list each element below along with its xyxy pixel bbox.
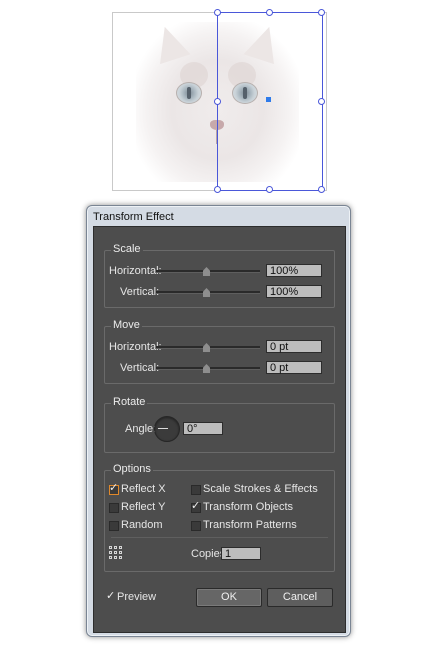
transform-objects-checkmark-icon: ✓: [191, 500, 201, 512]
reflect-y-label[interactable]: Reflect Y: [121, 501, 165, 513]
scale-group: Scale Horizontal: 100% Vertical: 100%: [104, 243, 335, 308]
options-group: Options ✓ Reflect X Reflect Y Random Sca…: [104, 463, 335, 572]
options-legend: Options: [111, 463, 153, 475]
handle-top-right[interactable]: [318, 9, 325, 16]
rotate-angle-label: Angle:: [125, 423, 157, 435]
scale-vertical-thumb[interactable]: [203, 288, 210, 297]
scale-strokes-label[interactable]: Scale Strokes & Effects: [203, 483, 318, 495]
copies-field[interactable]: 1: [221, 547, 261, 560]
random-label[interactable]: Random: [121, 519, 163, 531]
transform-patterns-checkbox[interactable]: [191, 521, 201, 531]
reflect-x-checkmark-icon: ✓: [109, 482, 119, 494]
handle-bottom-left[interactable]: [214, 186, 221, 193]
dialog-body: Scale Horizontal: 100% Vertical: 100% Mo…: [93, 226, 346, 633]
scale-horizontal-label: Horizontal:: [109, 265, 162, 277]
reference-point-grid-icon[interactable]: [109, 546, 122, 559]
move-vertical-thumb[interactable]: [203, 364, 210, 373]
handle-top-left[interactable]: [214, 9, 221, 16]
angle-dial[interactable]: [154, 416, 180, 442]
cancel-button[interactable]: Cancel: [267, 588, 333, 607]
move-horizontal-field[interactable]: 0 pt: [266, 340, 322, 353]
rotate-group: Rotate Angle: 0°: [104, 396, 335, 453]
scale-vertical-field[interactable]: 100%: [266, 285, 322, 298]
transform-patterns-label[interactable]: Transform Patterns: [203, 519, 297, 531]
handle-middle-left[interactable]: [214, 98, 221, 105]
scale-vertical-label: Vertical:: [120, 286, 160, 298]
handle-middle-right[interactable]: [318, 98, 325, 105]
dialog-titlebar[interactable]: Transform Effect: [87, 206, 350, 226]
rotate-legend: Rotate: [111, 396, 148, 408]
scale-horizontal-thumb[interactable]: [203, 267, 210, 276]
move-group: Move Horizontal: 0 pt Vertical: 0 pt: [104, 319, 335, 384]
random-checkbox[interactable]: [109, 521, 119, 531]
cat-left-eye: [176, 82, 202, 104]
handle-bottom-right[interactable]: [318, 186, 325, 193]
move-horizontal-thumb[interactable]: [203, 343, 210, 352]
reference-point-marker[interactable]: [266, 97, 271, 102]
scale-horizontal-field[interactable]: 100%: [266, 264, 322, 277]
rotate-angle-field[interactable]: 0°: [183, 422, 223, 435]
transform-effect-dialog: Transform Effect Scale Horizontal: 100% …: [86, 205, 351, 637]
reflect-x-label[interactable]: Reflect X: [121, 483, 166, 495]
move-horizontal-label: Horizontal:: [109, 341, 162, 353]
preview-checkmark-icon: ✓: [106, 590, 116, 602]
handle-bottom-center[interactable]: [266, 186, 273, 193]
dialog-title: Transform Effect: [93, 211, 174, 223]
scale-legend: Scale: [111, 243, 143, 255]
scale-strokes-checkbox[interactable]: [191, 485, 201, 495]
reflect-y-checkbox[interactable]: [109, 503, 119, 513]
move-vertical-field[interactable]: 0 pt: [266, 361, 322, 374]
transform-objects-label[interactable]: Transform Objects: [203, 501, 293, 513]
options-divider: [111, 537, 328, 538]
ok-button[interactable]: OK: [196, 588, 262, 607]
preview-checkbox-label[interactable]: Preview: [117, 591, 156, 603]
move-legend: Move: [111, 319, 142, 331]
handle-top-center[interactable]: [266, 9, 273, 16]
move-vertical-label: Vertical:: [120, 362, 160, 374]
